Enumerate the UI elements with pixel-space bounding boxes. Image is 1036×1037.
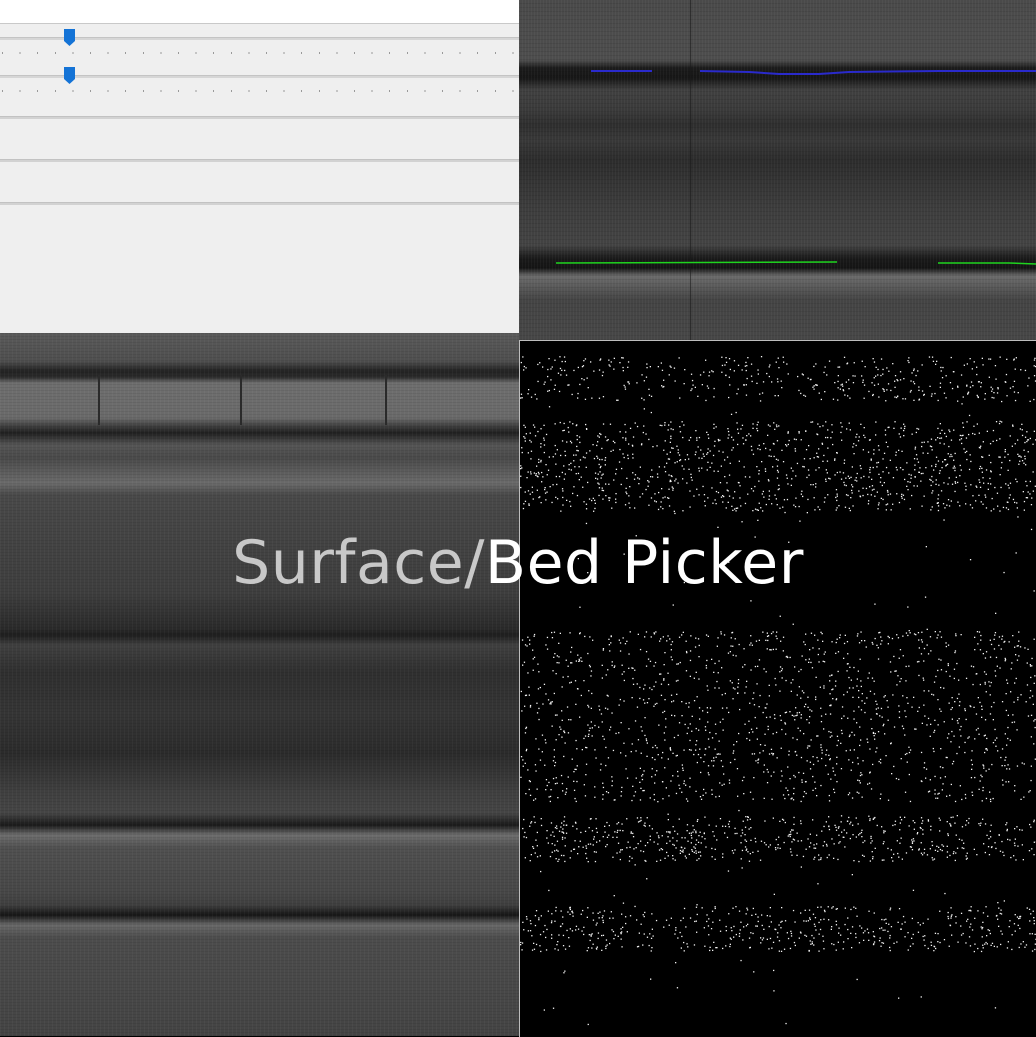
controls-panel xyxy=(0,0,519,333)
segment-divider xyxy=(385,375,387,425)
bed-pick-line xyxy=(556,262,1036,264)
threshold-speckles xyxy=(520,341,1036,1037)
slider-ticks xyxy=(0,52,519,54)
slider-track[interactable] xyxy=(0,37,519,40)
radargram-raw-view[interactable] xyxy=(0,333,519,1036)
slider-track[interactable] xyxy=(0,75,519,78)
slider-ticks xyxy=(0,90,519,92)
radargram-picks-view[interactable] xyxy=(519,0,1036,340)
binary-threshold-view[interactable] xyxy=(519,340,1036,1037)
separator xyxy=(0,202,519,205)
bed-slider[interactable] xyxy=(0,63,519,87)
controls-header xyxy=(0,0,519,24)
segment-divider xyxy=(240,375,242,425)
slider-thumb-icon[interactable] xyxy=(64,67,75,84)
surface-pick-line xyxy=(591,71,1036,74)
separator xyxy=(0,159,519,162)
slider-thumb-icon[interactable] xyxy=(64,29,75,46)
picks-overlay xyxy=(519,0,1036,340)
separator xyxy=(0,116,519,119)
surface-slider[interactable] xyxy=(0,25,519,49)
segment-divider xyxy=(98,375,100,425)
radar-texture xyxy=(0,333,519,1036)
